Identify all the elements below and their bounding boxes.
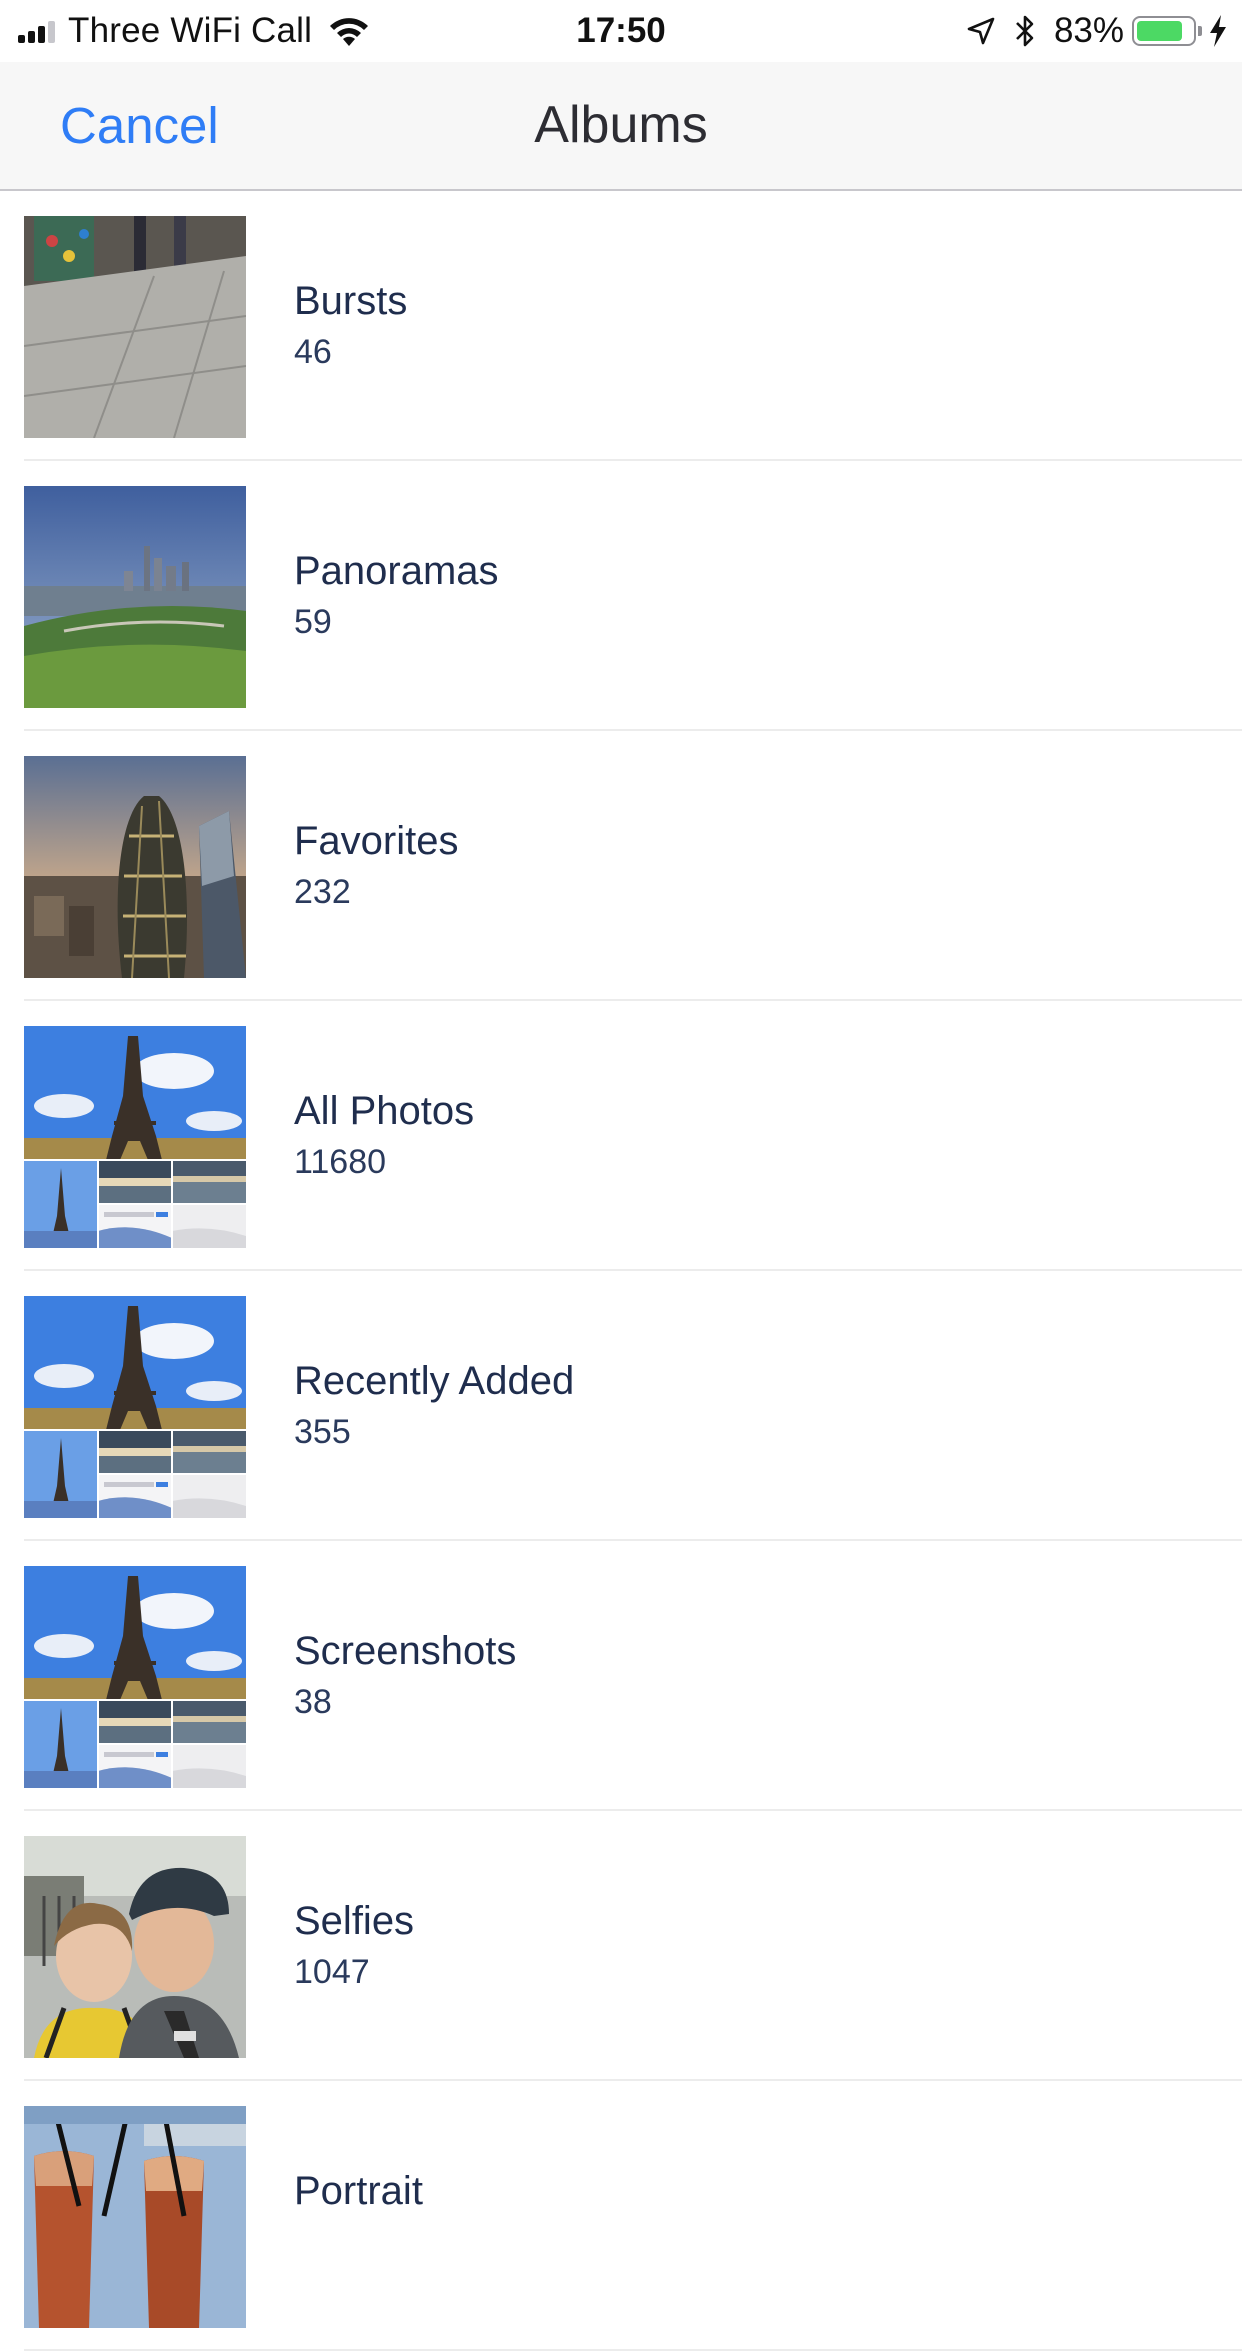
album-count: 1047 [294, 1953, 370, 1991]
album-row-portrait[interactable]: Portrait [0, 2081, 1242, 2351]
album-name: Portrait [294, 2169, 423, 2213]
album-name: Bursts [294, 279, 408, 323]
album-row-all-photos[interactable]: All Photos 11680 [0, 1001, 1242, 1271]
album-name: Panoramas [294, 549, 499, 593]
album-thumbnail [24, 1566, 246, 1788]
album-count: 355 [294, 1413, 351, 1451]
album-row-selfies[interactable]: Selfies 1047 [0, 1811, 1242, 2081]
album-count: 38 [294, 1683, 332, 1721]
album-thumbnail [24, 2106, 246, 2328]
charging-icon [1210, 15, 1226, 47]
album-thumbnail [24, 1836, 246, 2058]
status-right: 83% [966, 8, 1228, 54]
nav-bar: Cancel Albums [0, 62, 1242, 191]
album-thumbnail [24, 216, 246, 438]
status-bar: Three WiFi Call 17:50 83% [0, 0, 1242, 62]
album-thumbnail [24, 1296, 246, 1518]
album-list: Bursts 46 Panoramas 59 Favorites 232 All… [0, 191, 1242, 2351]
page-title: Albums [534, 96, 708, 154]
album-count: 11680 [294, 1143, 387, 1181]
album-name: All Photos [294, 1089, 475, 1133]
album-row-screenshots[interactable]: Screenshots 38 [0, 1541, 1242, 1811]
album-name: Selfies [294, 1899, 415, 1943]
album-count: 232 [294, 873, 351, 911]
battery-cap [1198, 26, 1202, 36]
battery-level [1137, 21, 1182, 41]
album-row-panoramas[interactable]: Panoramas 59 [0, 461, 1242, 731]
album-name: Favorites [294, 819, 459, 863]
album-count: 46 [294, 333, 332, 371]
battery-icon [1132, 16, 1196, 46]
album-row-bursts[interactable]: Bursts 46 [0, 191, 1242, 461]
album-row-favorites[interactable]: Favorites 232 [0, 731, 1242, 1001]
bluetooth-icon [1016, 15, 1034, 47]
location-icon [967, 17, 995, 45]
album-thumbnail [24, 756, 246, 978]
album-row-recently-added[interactable]: Recently Added 355 [0, 1271, 1242, 1541]
album-thumbnail [24, 1026, 246, 1248]
album-thumbnail [24, 486, 246, 708]
album-count: 59 [294, 603, 332, 641]
album-name: Recently Added [294, 1359, 575, 1403]
battery-percent: 83% [1053, 11, 1124, 50]
album-name: Screenshots [294, 1629, 517, 1673]
